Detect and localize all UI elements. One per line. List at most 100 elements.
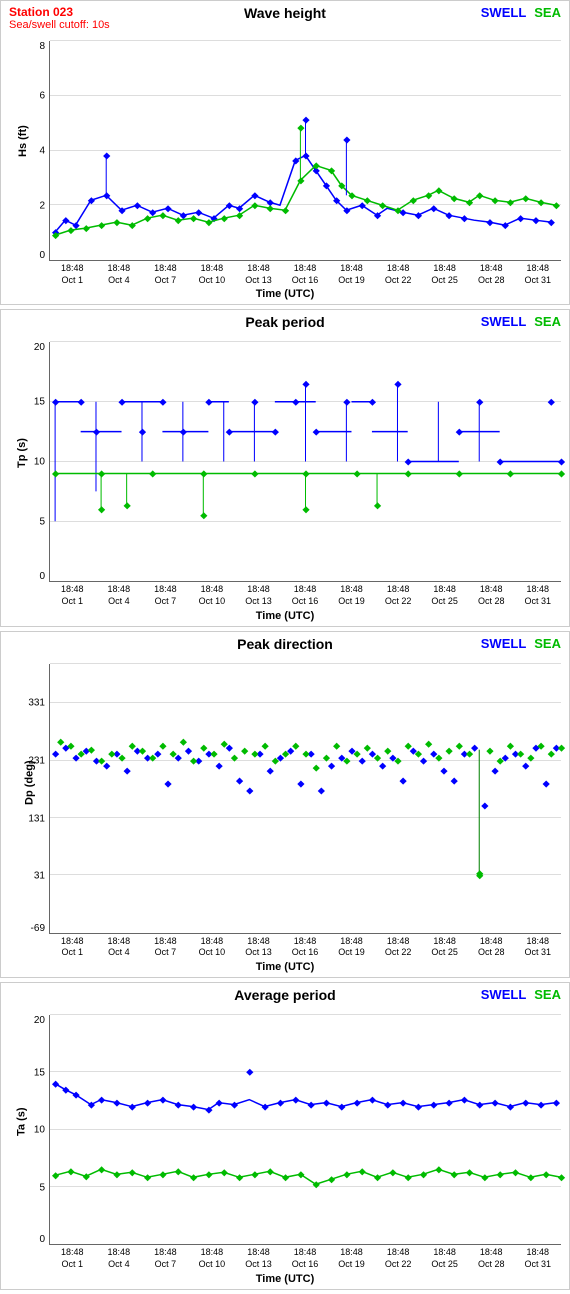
x-tick-oct25: 18:48Oct 25 — [421, 263, 468, 286]
x-tick-ap-oct13: 18:48Oct 13 — [235, 1247, 282, 1270]
x-tick-ap-oct10: 18:48Oct 10 — [189, 1247, 236, 1270]
x-tick-pp-oct1: 18:48Oct 1 — [49, 584, 96, 607]
x-axis-pd: 18:48Oct 1 18:48Oct 4 18:48Oct 7 18:48Oc… — [1, 934, 569, 959]
avg-period-svg — [50, 1015, 561, 1244]
y-tick-pd-331: 331 — [28, 698, 45, 709]
swell-pp-connectors — [55, 382, 479, 521]
x-tick-pp-oct4: 18:48Oct 4 — [96, 584, 143, 607]
x-tick-pp-oct31: 18:48Oct 31 — [514, 584, 561, 607]
swell-legend-pd: SWELL — [481, 636, 527, 651]
y-tick-6: 6 — [39, 91, 45, 102]
wave-height-plot — [49, 41, 561, 261]
x-tick-ap-oct19: 18:48Oct 19 — [328, 1247, 375, 1270]
sea-legend: SEA — [534, 5, 561, 20]
x-tick-pd-oct10: 18:48Oct 10 — [189, 936, 236, 959]
x-tick-pd-oct7: 18:48Oct 7 — [142, 936, 189, 959]
x-tick-pp-oct7: 18:48Oct 7 — [142, 584, 189, 607]
x-tick-pp-oct25: 18:48Oct 25 — [421, 584, 468, 607]
x-tick-oct22: 18:48Oct 22 — [375, 263, 422, 286]
y-axis-wave: Hs (ft) 0 2 4 6 8 — [5, 41, 49, 261]
x-tick-oct4: 18:48Oct 4 — [96, 263, 143, 286]
x-tick-ap-oct22: 18:48Oct 22 — [375, 1247, 422, 1270]
y-tick-pd-131: 131 — [28, 813, 45, 824]
x-tick-pp-oct16: 18:48Oct 16 — [282, 584, 329, 607]
x-tick-pd-oct13: 18:48Oct 13 — [235, 936, 282, 959]
x-label-ap: Time (UTC) — [1, 1271, 569, 1289]
y-axis-pd: Dp (deg) -69 31 131 231 331 — [5, 664, 49, 934]
x-tick-pp-oct28: 18:48Oct 28 — [468, 584, 515, 607]
wave-height-legend: SWELL SEA — [481, 5, 561, 20]
swell-legend-pp: SWELL — [481, 314, 527, 329]
x-axis-wave: 18:48Oct 1 18:48Oct 4 18:48Oct 7 18:48Oc… — [1, 261, 569, 286]
x-tick-oct16: 18:48Oct 16 — [282, 263, 329, 286]
x-tick-pd-oct28: 18:48Oct 28 — [468, 936, 515, 959]
x-tick-pp-oct10: 18:48Oct 10 — [189, 584, 236, 607]
x-tick-pd-oct31: 18:48Oct 31 — [514, 936, 561, 959]
wave-height-chart: Station 023 Sea/swell cutoff: 10s Wave h… — [0, 0, 570, 305]
peak-dir-svg — [50, 664, 561, 933]
peak-period-chart: Peak period SWELL SEA Tp (s) 0 5 10 15 2… — [0, 309, 570, 626]
y-tick-pp-0: 0 — [39, 571, 45, 582]
swell-peak3 — [103, 152, 110, 159]
swell-legend: SWELL — [481, 5, 527, 20]
y-tick-pd-31: 31 — [34, 871, 45, 882]
x-tick-pd-oct19: 18:48Oct 19 — [328, 936, 375, 959]
peak-direction-chart: Peak direction SWELL SEA Dp (deg) -69 31… — [0, 631, 570, 978]
station-info: Station 023 Sea/swell cutoff: 10s — [9, 5, 110, 31]
peak-period-plot — [49, 342, 561, 582]
avg-period-chart: Average period SWELL SEA Ta (s) 0 5 10 1… — [0, 982, 570, 1289]
y-tick-pp-10: 10 — [34, 457, 45, 468]
swell-ap-dots — [52, 1069, 560, 1114]
y-label-wave: Hs (ft) — [17, 125, 29, 157]
y-tick-4: 4 — [39, 146, 45, 157]
x-tick-oct13: 18:48Oct 13 — [235, 263, 282, 286]
sea-legend-pd: SEA — [534, 636, 561, 651]
x-tick-ap-oct25: 18:48Oct 25 — [421, 1247, 468, 1270]
x-tick-oct28: 18:48Oct 28 — [468, 263, 515, 286]
peak-dir-plot — [49, 664, 561, 934]
cutoff-info: Sea/swell cutoff: 10s — [9, 19, 110, 31]
station-name: Station 023 — [9, 5, 110, 19]
y-tick-pd-n69: -69 — [31, 923, 45, 934]
x-tick-pd-oct4: 18:48Oct 4 — [96, 936, 143, 959]
x-axis-pp: 18:48Oct 1 18:48Oct 4 18:48Oct 7 18:48Oc… — [1, 582, 569, 607]
x-tick-pp-oct22: 18:48Oct 22 — [375, 584, 422, 607]
sea-pd-dots — [57, 738, 565, 877]
swell-pp-lines — [55, 402, 561, 462]
y-tick-ap-20: 20 — [34, 1015, 45, 1026]
swell-pp-dots — [52, 381, 565, 466]
avg-period-legend: SWELL SEA — [481, 987, 561, 1002]
swell-peak2 — [343, 137, 350, 144]
y-tick-ap-5: 5 — [39, 1182, 45, 1193]
peak-dir-legend: SWELL SEA — [481, 636, 561, 651]
x-label-pp: Time (UTC) — [1, 608, 569, 626]
x-label-pd: Time (UTC) — [1, 959, 569, 977]
y-tick-pp-20: 20 — [34, 342, 45, 353]
x-tick-pd-oct1: 18:48Oct 1 — [49, 936, 96, 959]
avg-period-plot — [49, 1015, 561, 1245]
x-axis-ap: 18:48Oct 1 18:48Oct 4 18:48Oct 7 18:48Oc… — [1, 1245, 569, 1270]
x-tick-pd-oct16: 18:48Oct 16 — [282, 936, 329, 959]
wave-height-svg — [50, 41, 561, 260]
swell-legend-ap: SWELL — [481, 987, 527, 1002]
y-label-ap: Ta (s) — [15, 1108, 27, 1137]
y-tick-ap-10: 10 — [34, 1125, 45, 1136]
y-tick-2: 2 — [39, 201, 45, 212]
x-tick-pp-oct19: 18:48Oct 19 — [328, 584, 375, 607]
peak-direction-title: Peak direction — [9, 636, 561, 652]
x-tick-pp-oct13: 18:48Oct 13 — [235, 584, 282, 607]
x-tick-ap-oct31: 18:48Oct 31 — [514, 1247, 561, 1270]
y-label-pd: Dp (deg) — [23, 760, 35, 805]
x-tick-ap-oct7: 18:48Oct 7 — [142, 1247, 189, 1270]
x-tick-ap-oct4: 18:48Oct 4 — [96, 1247, 143, 1270]
y-tick-pp-5: 5 — [39, 517, 45, 528]
peak-period-legend: SWELL SEA — [481, 314, 561, 329]
sea-peak1 — [297, 125, 304, 132]
y-label-pp: Tp (s) — [16, 438, 28, 468]
x-tick-pd-oct22: 18:48Oct 22 — [375, 936, 422, 959]
peak-period-title: Peak period — [9, 314, 561, 330]
sea-pp-dots — [52, 471, 565, 520]
y-axis-pp: Tp (s) 0 5 10 15 20 — [5, 342, 49, 582]
sea-legend-ap: SEA — [534, 987, 561, 1002]
x-label-wave: Time (UTC) — [1, 286, 569, 304]
